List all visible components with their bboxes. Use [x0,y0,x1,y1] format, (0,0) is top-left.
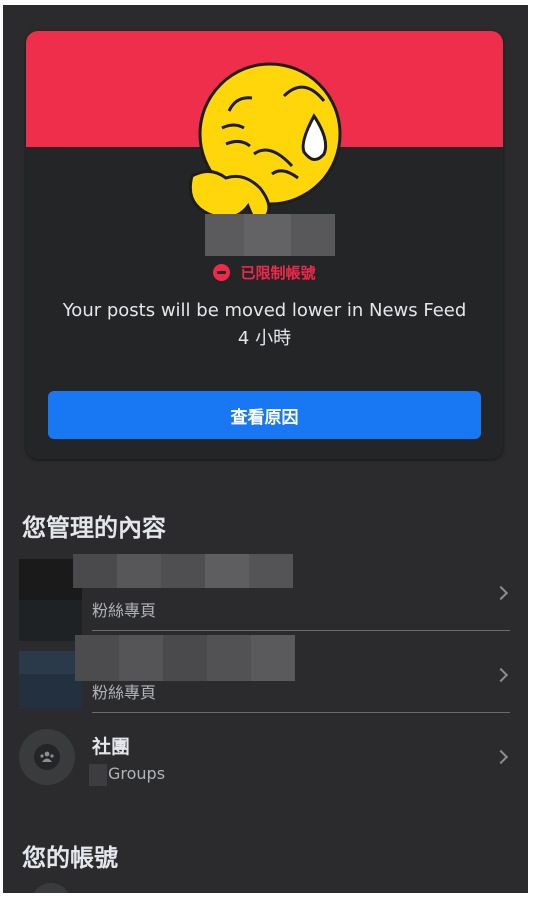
row-subtitle: Groups [108,764,166,783]
restriction-status: 已限制帳號 [26,262,503,283]
profile-name-redacted [205,214,335,256]
managed-section-title: 您管理的內容 [22,514,166,542]
restriction-duration: 4 小時 [237,328,292,349]
chevron-right-icon [493,749,509,765]
groups-icon [19,729,75,785]
row-subtitle: 粉絲專頁 [92,601,157,620]
restriction-card: 已限制帳號 Your posts will be moved lower in … [26,31,503,459]
account-section-title: 您的帳號 [22,844,118,872]
page-name-redacted [75,635,295,681]
redacted-block [89,764,107,786]
groups-icon-inner [34,744,60,770]
list-item-page-2[interactable]: 粉絲專頁 [3,633,528,715]
sad-emoji-icon [188,62,342,228]
avatar [31,883,71,893]
page-name-redacted [73,554,293,588]
people-icon [40,751,54,762]
chevron-right-icon [493,585,509,601]
status-label: 已限制帳號 [240,264,316,282]
row-subtitle: 粉絲專頁 [92,683,157,702]
app-screen: 已限制帳號 Your posts will be moved lower in … [3,5,528,893]
list-item-groups[interactable]: 社團 Groups [3,713,528,795]
divider [92,630,510,631]
minus-circle-icon [213,264,231,281]
avatar [19,651,82,709]
chevron-right-icon [493,667,509,683]
restriction-message: Your posts will be moved lower in News F… [62,300,467,321]
list-item-page-1[interactable]: 粉絲專頁 [3,551,528,641]
see-reason-button[interactable]: 查看原因 [48,391,481,439]
row-title: 社團 [92,736,131,758]
